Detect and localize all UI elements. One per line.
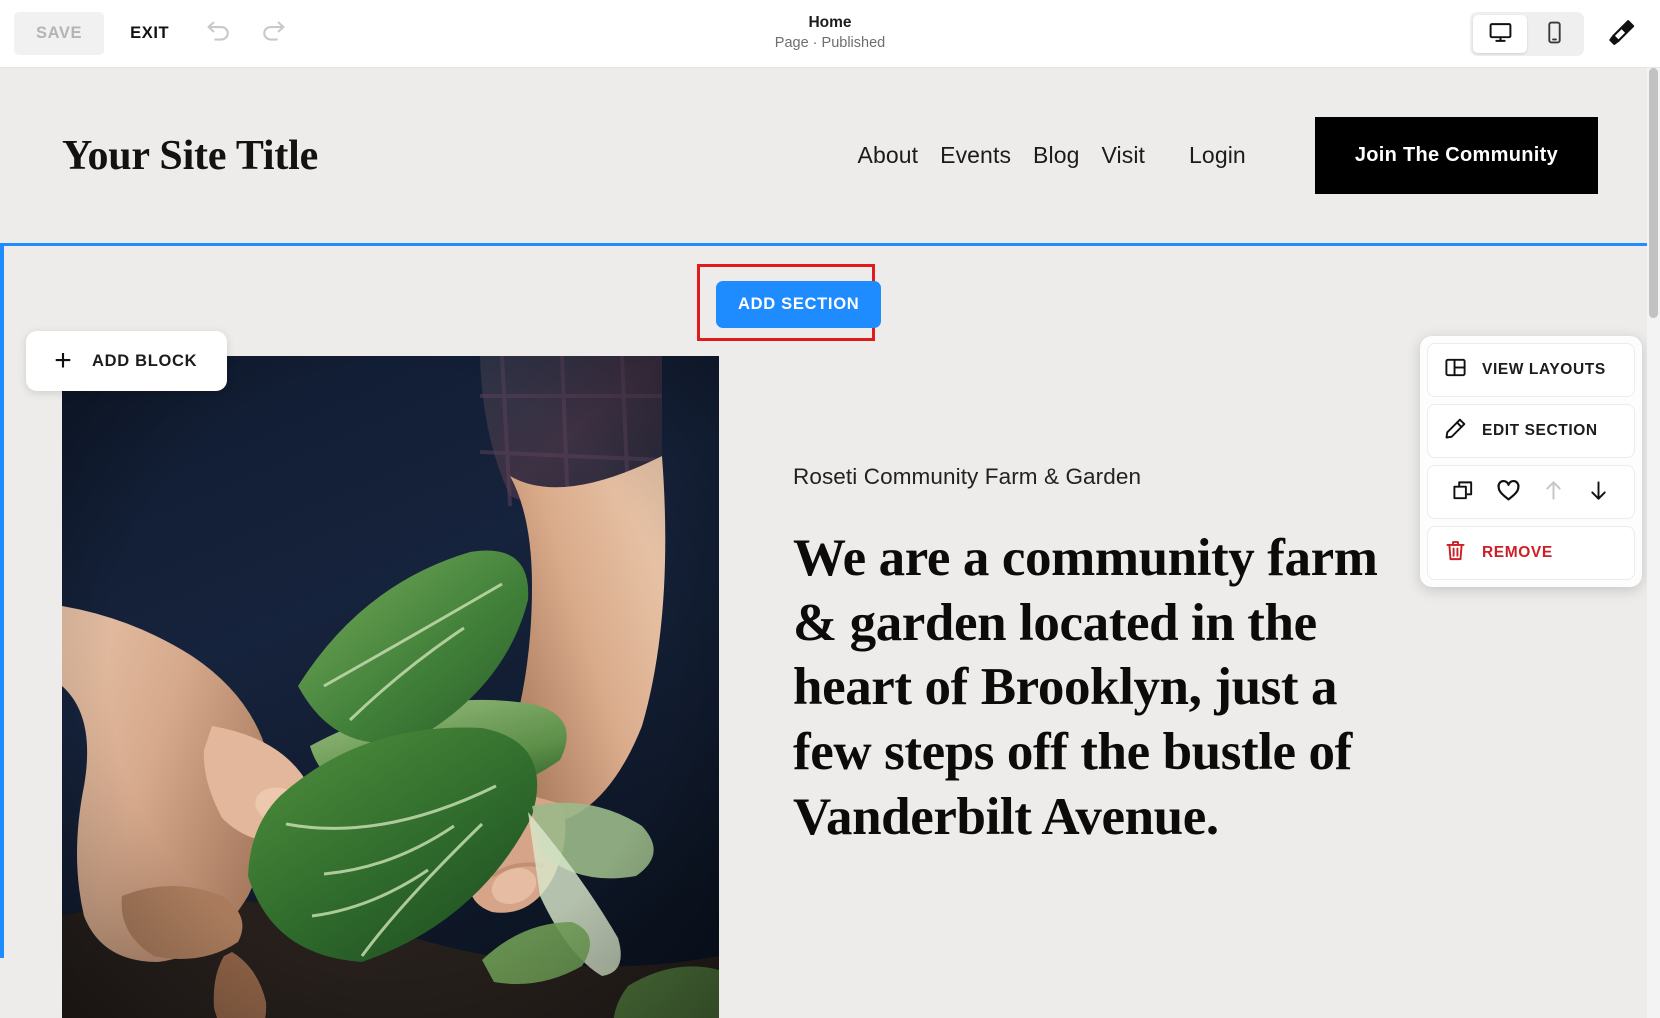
move-section-down-button[interactable] bbox=[1578, 468, 1620, 516]
site-preview-canvas: Your Site Title About Events Blog Visit … bbox=[0, 68, 1660, 1018]
pencil-icon bbox=[1444, 417, 1467, 445]
section-tools-panel: VIEW LAYOUTS EDIT SECTION REMOVE bbox=[1420, 336, 1642, 587]
layout-grid-icon bbox=[1444, 356, 1467, 384]
selected-section[interactable]: Roseti Community Farm & Garden We are a … bbox=[0, 243, 1660, 1018]
hands-holding-green-leaves-photo bbox=[62, 356, 719, 1018]
canvas-scrollbar-thumb[interactable] bbox=[1649, 68, 1658, 318]
site-header[interactable]: Your Site Title About Events Blog Visit … bbox=[0, 68, 1660, 243]
nav-link-about[interactable]: About bbox=[847, 142, 930, 169]
redo-arrow-icon bbox=[258, 17, 288, 50]
view-layouts-button[interactable]: VIEW LAYOUTS bbox=[1427, 343, 1635, 397]
trash-icon bbox=[1444, 539, 1467, 567]
device-desktop-button[interactable] bbox=[1473, 15, 1527, 53]
page-status: Page · Published bbox=[774, 35, 886, 52]
exit-button[interactable]: EXIT bbox=[110, 12, 189, 55]
edit-section-button[interactable]: EDIT SECTION bbox=[1427, 404, 1635, 458]
canvas-scrollbar[interactable] bbox=[1647, 68, 1660, 1018]
undo-button[interactable] bbox=[195, 10, 243, 58]
plus-icon: + bbox=[54, 344, 72, 377]
add-block-button[interactable]: + ADD BLOCK bbox=[26, 331, 228, 391]
undo-arrow-icon bbox=[204, 17, 234, 50]
site-navigation: About Events Blog Visit Login Join The C… bbox=[847, 117, 1598, 194]
site-title[interactable]: Your Site Title bbox=[62, 132, 318, 180]
theme-brush-button[interactable] bbox=[1598, 11, 1644, 57]
device-preview-switch bbox=[1470, 12, 1584, 56]
section-content: Roseti Community Farm & Garden We are a … bbox=[4, 356, 1656, 1018]
add-section-button[interactable]: ADD SECTION bbox=[716, 281, 882, 328]
section-action-icons-row bbox=[1427, 465, 1635, 519]
duplicate-section-button[interactable] bbox=[1442, 468, 1484, 516]
nav-link-visit[interactable]: Visit bbox=[1090, 142, 1156, 169]
page-title: Home bbox=[808, 14, 852, 32]
favorite-section-button[interactable] bbox=[1487, 468, 1529, 516]
arrow-down-icon bbox=[1587, 479, 1610, 505]
remove-label: REMOVE bbox=[1482, 544, 1553, 561]
toolbar-right-group bbox=[1470, 0, 1644, 68]
hero-text-block[interactable]: Roseti Community Farm & Garden We are a … bbox=[793, 356, 1413, 958]
hero-image[interactable] bbox=[62, 356, 719, 1018]
hero-eyebrow: Roseti Community Farm & Garden bbox=[793, 464, 1142, 489]
remove-section-button[interactable]: REMOVE bbox=[1427, 526, 1635, 580]
save-button[interactable]: SAVE bbox=[14, 12, 105, 55]
nav-link-login[interactable]: Login bbox=[1178, 142, 1257, 169]
join-the-community-button[interactable]: Join The Community bbox=[1314, 117, 1598, 194]
add-block-label: ADD BLOCK bbox=[92, 351, 198, 370]
editor-toolbar: SAVE EXIT Home Page · Published bbox=[0, 0, 1660, 68]
move-section-up-button[interactable] bbox=[1533, 468, 1575, 516]
hero-heading: We are a community farm & garden located… bbox=[793, 529, 1378, 846]
view-layouts-label: VIEW LAYOUTS bbox=[1482, 361, 1606, 378]
device-mobile-button[interactable] bbox=[1527, 15, 1581, 53]
nav-link-events[interactable]: Events bbox=[929, 142, 1022, 169]
heart-icon bbox=[1496, 478, 1521, 506]
desktop-monitor-icon bbox=[1488, 20, 1513, 48]
duplicate-icon bbox=[1452, 479, 1475, 505]
edit-section-label: EDIT SECTION bbox=[1482, 422, 1598, 439]
mobile-phone-icon bbox=[1542, 20, 1567, 48]
redo-button[interactable] bbox=[249, 10, 297, 58]
nav-link-blog[interactable]: Blog bbox=[1022, 142, 1090, 169]
arrow-up-icon bbox=[1542, 479, 1565, 505]
toolbar-left-group: SAVE EXIT bbox=[0, 10, 297, 58]
paintbrush-icon bbox=[1607, 18, 1636, 50]
section-boundary-line bbox=[4, 243, 1656, 246]
